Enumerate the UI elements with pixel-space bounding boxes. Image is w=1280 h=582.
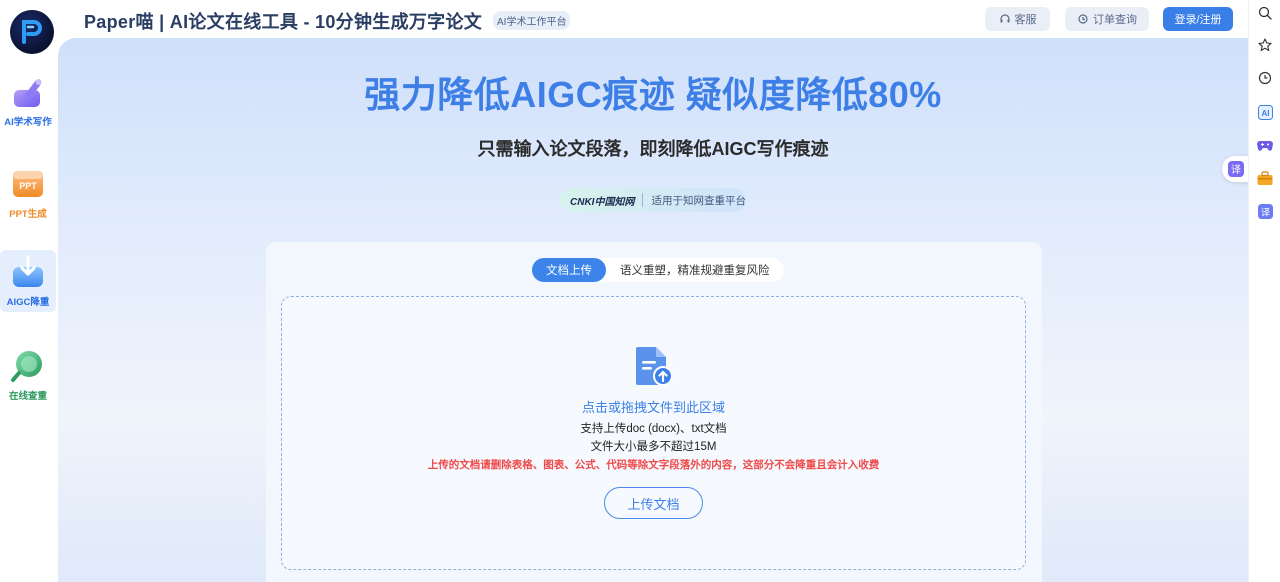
rail-history[interactable] — [1257, 70, 1273, 86]
ai-icon: AI — [1257, 104, 1273, 120]
svg-text:AI: AI — [1261, 109, 1269, 118]
order-query-label: 订单查询 — [1093, 14, 1137, 26]
top-header: Paper喵 | AI论文在线工具 - 10分钟生成万字论文 AI学术工作平台 … — [0, 0, 1248, 38]
cnki-badge-text: 适用于知网查重平台 — [651, 194, 746, 207]
sidebar-item-plagiarism-check[interactable]: 在线查重 — [0, 348, 56, 404]
supported-formats: 支持上传doc (docx)、txt文档 — [580, 423, 727, 435]
sidebar-item-ai-writing[interactable]: AI学术写作 — [0, 74, 56, 130]
right-rail: AI 译 — [1248, 0, 1280, 582]
customer-service-label: 客服 — [1014, 14, 1037, 26]
left-sidebar: AI学术写作 PPT PPT生成 AIGC降重 在线查重 — [0, 38, 58, 582]
svg-text:PPT: PPT — [19, 181, 37, 191]
sidebar-item-label: AIGC降重 — [6, 297, 50, 308]
tab-document-upload[interactable]: 文档上传 — [532, 258, 606, 282]
translate-icon: 译 — [1228, 161, 1244, 177]
login-register-button[interactable]: 登录/注册 — [1163, 7, 1233, 31]
file-upload-icon — [636, 347, 673, 386]
rail-games[interactable] — [1257, 137, 1273, 153]
paper-miao-logo[interactable] — [10, 10, 54, 54]
drop-zone-title: 点击或拖拽文件到此区域 — [581, 400, 725, 415]
download-icon — [13, 255, 43, 287]
gamepad-icon — [1257, 141, 1273, 151]
sidebar-item-label: PPT生成 — [9, 209, 47, 220]
upload-warning: 上传的文档请删除表格、图表、公式、代码等除文字段落外的内容，这部分不会降重且会计… — [427, 459, 880, 471]
page-title: Paper喵 | AI论文在线工具 - 10分钟生成万字论文 — [84, 12, 483, 32]
floating-translate-button[interactable]: 译 — [1222, 156, 1250, 182]
translate-glyph: 译 — [1260, 207, 1269, 218]
upload-document-button[interactable]: 上传文档 — [604, 487, 703, 519]
rail-toolbox[interactable] — [1257, 170, 1273, 186]
toolbox-icon — [1257, 170, 1273, 185]
sidebar-item-ppt[interactable]: PPT PPT生成 — [0, 166, 56, 222]
mode-tabs: 文档上传 语义重塑，精准规避重复风险 — [532, 258, 784, 282]
order-query-button[interactable]: 订单查询 — [1065, 7, 1149, 31]
pen-icon — [14, 79, 42, 107]
cnki-badge: CNKI中国知网 适用于知网查重平台 — [560, 188, 746, 212]
order-icon — [1078, 14, 1088, 24]
translate-glyph: 译 — [1231, 164, 1241, 176]
sidebar-item-aigc-reduce[interactable]: AIGC降重 — [0, 250, 56, 312]
magnifier-icon — [11, 351, 42, 382]
rail-translate[interactable]: 译 — [1257, 203, 1273, 219]
file-drop-zone[interactable]: 点击或拖拽文件到此区域 支持上传doc (docx)、txt文档 文件大小最多不… — [281, 296, 1026, 570]
main-content: 强力降低AIGC痕迹 疑似度降低80% 只需输入论文段落，即刻降低AIGC写作痕… — [58, 38, 1248, 582]
translate-icon: 译 — [1257, 203, 1273, 219]
headset-icon — [999, 14, 1010, 23]
ppt-icon: PPT — [13, 171, 43, 197]
upload-card: 文档上传 语义重塑，精准规避重复风险 点击或拖拽文件到此区域 支持上传doc (… — [266, 242, 1042, 582]
history-icon — [1258, 71, 1272, 85]
tab-semantic-rewrite[interactable]: 语义重塑，精准规避重复风险 — [606, 258, 784, 282]
hero-subtitle: 只需输入论文段落，即刻降低AIGC写作痕迹 — [477, 139, 829, 159]
divider — [642, 193, 644, 207]
rail-favorites[interactable] — [1257, 37, 1273, 53]
login-register-label: 登录/注册 — [1174, 14, 1222, 26]
search-icon — [1258, 6, 1272, 20]
size-limit: 文件大小最多不超过15M — [590, 441, 717, 453]
customer-service-button[interactable]: 客服 — [985, 7, 1050, 31]
hero-title: 强力降低AIGC痕迹 疑似度降低80% — [364, 74, 942, 115]
rail-ai[interactable]: AI — [1257, 104, 1273, 120]
logo-p-icon — [22, 20, 42, 44]
sidebar-item-label: 在线查重 — [8, 391, 47, 402]
sidebar-item-label: AI学术写作 — [4, 117, 52, 128]
platform-tag: AI学术工作平台 — [493, 11, 571, 30]
cnki-logo: CNKI中国知网 — [570, 196, 635, 208]
star-icon — [1258, 38, 1272, 52]
rail-search[interactable] — [1257, 5, 1273, 21]
